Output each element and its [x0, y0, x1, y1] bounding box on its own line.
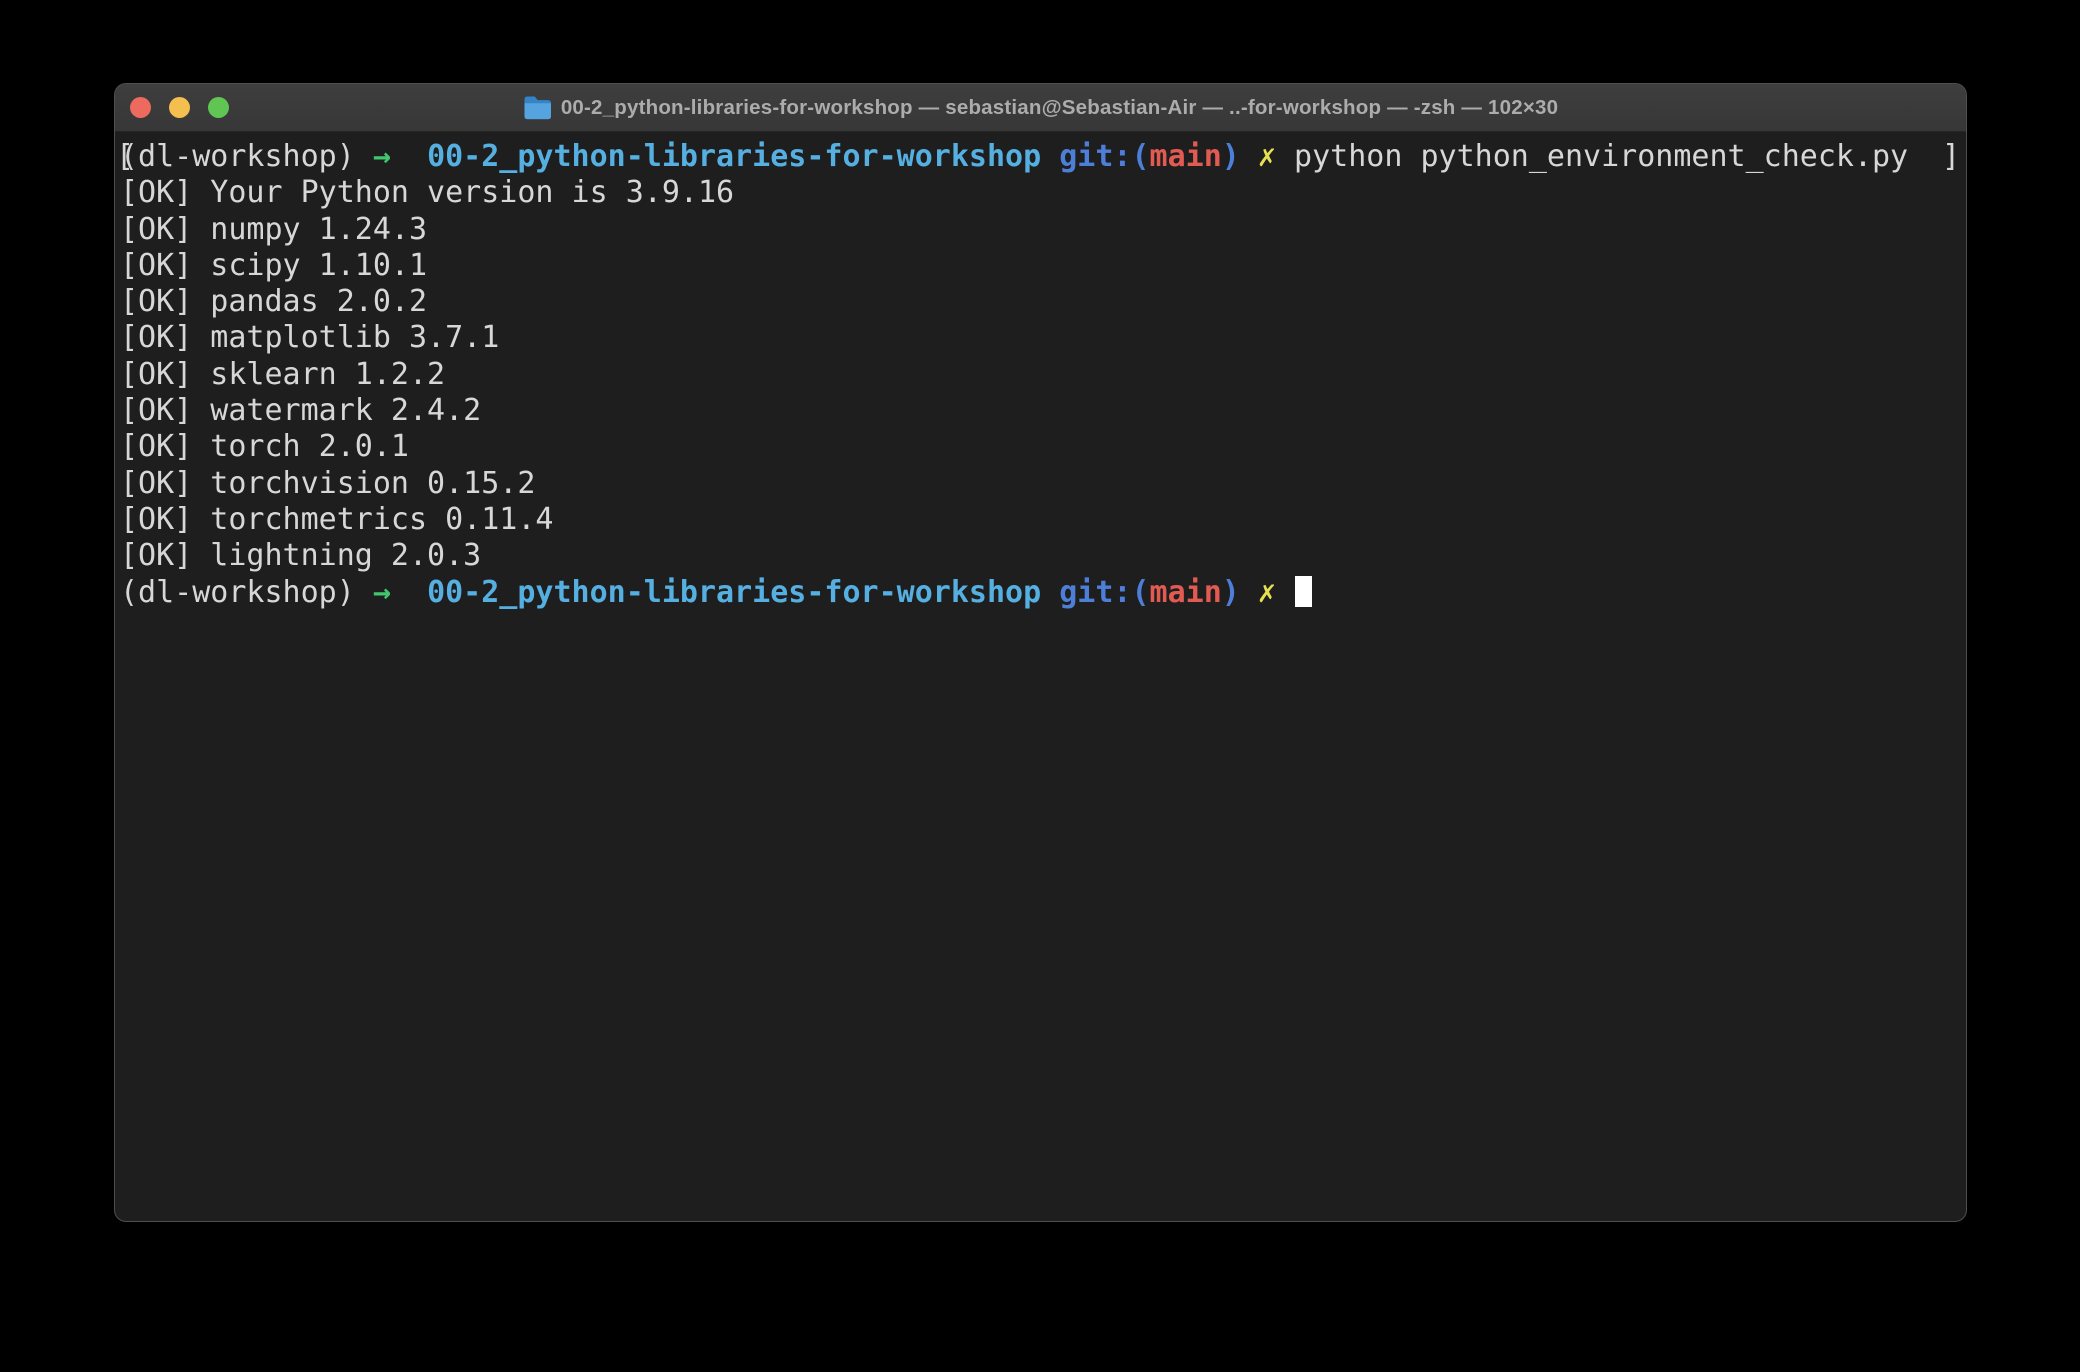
- output-line: [OK] watermark 2.4.2: [120, 393, 1962, 429]
- prompt-segment: ): [1222, 575, 1240, 610]
- output-line: [OK] lightning 2.0.3: [120, 538, 1962, 574]
- prompt-line-command: [(dl-workshop) → 00-2_python-libraries-f…: [120, 139, 1962, 175]
- output-line: [OK] torchvision 0.15.2: [120, 466, 1962, 502]
- prompt-segment: main: [1150, 139, 1222, 174]
- prompt-segment: 00-2_python-libraries-for-workshop: [427, 575, 1041, 610]
- prompt-segment: [391, 139, 427, 174]
- output-text: [OK] watermark 2.4.2: [120, 393, 481, 428]
- prompt-segment: ✗: [1258, 575, 1276, 610]
- terminal-cursor: [1295, 576, 1312, 607]
- window-titlebar[interactable]: 00-2_python-libraries-for-workshop — seb…: [115, 84, 1966, 132]
- prompt-segment: main: [1150, 575, 1222, 610]
- zoom-button[interactable]: [208, 97, 229, 118]
- window-title-text: 00-2_python-libraries-for-workshop — seb…: [561, 96, 1558, 120]
- output-line: [OK] torchmetrics 0.11.4: [120, 502, 1962, 538]
- output-line: [OK] matplotlib 3.7.1: [120, 320, 1962, 356]
- prompt-segment: git:(: [1059, 139, 1149, 174]
- desktop-background: 00-2_python-libraries-for-workshop — seb…: [0, 0, 2080, 1372]
- output-text: [OK] scipy 1.10.1: [120, 248, 427, 283]
- prompt-segment: git:(: [1059, 575, 1149, 610]
- prompt-segment: →: [373, 139, 391, 174]
- prompt-segment: (dl-workshop): [120, 575, 373, 610]
- line-left-bracket: [: [116, 139, 134, 175]
- output-line: [OK] scipy 1.10.1: [120, 248, 1962, 284]
- output-text: [OK] lightning 2.0.3: [120, 538, 481, 573]
- output-line: [OK] torch 2.0.1: [120, 429, 1962, 465]
- output-line: [OK] sklearn 1.2.2: [120, 357, 1962, 393]
- line-right-bracket: ]: [1942, 139, 1960, 175]
- prompt-segment: [1240, 575, 1258, 610]
- prompt-line-idle: (dl-workshop) → 00-2_python-libraries-fo…: [120, 575, 1962, 611]
- prompt-segment: [1276, 575, 1294, 610]
- prompt-segment: 00-2_python-libraries-for-workshop: [427, 139, 1041, 174]
- output-text: [OK] pandas 2.0.2: [120, 284, 427, 319]
- prompt-segment: ✗: [1258, 139, 1276, 174]
- output-text: [OK] numpy 1.24.3: [120, 212, 427, 247]
- close-button[interactable]: [130, 97, 151, 118]
- prompt-segment: [1240, 139, 1258, 174]
- prompt-segment: (dl-workshop): [120, 139, 373, 174]
- prompt-segment: ): [1222, 139, 1240, 174]
- minimize-button[interactable]: [169, 97, 190, 118]
- window-title: 00-2_python-libraries-for-workshop — seb…: [523, 95, 1558, 120]
- output-text: [OK] matplotlib 3.7.1: [120, 320, 499, 355]
- output-text: [OK] sklearn 1.2.2: [120, 357, 445, 392]
- output-text: [OK] Your Python version is 3.9.16: [120, 175, 734, 210]
- prompt-segment: [1041, 139, 1059, 174]
- output-line: [OK] Your Python version is 3.9.16: [120, 175, 1962, 211]
- prompt-segment: →: [373, 575, 391, 610]
- terminal-screen[interactable]: [(dl-workshop) → 00-2_python-libraries-f…: [115, 132, 1966, 611]
- traffic-lights: [130, 84, 229, 131]
- prompt-segment: [1041, 575, 1059, 610]
- prompt-segment: [391, 575, 427, 610]
- folder-icon: [523, 95, 552, 120]
- output-line: [OK] pandas 2.0.2: [120, 284, 1962, 320]
- output-text: [OK] torch 2.0.1: [120, 429, 409, 464]
- terminal-window: 00-2_python-libraries-for-workshop — seb…: [114, 83, 1967, 1222]
- output-text: [OK] torchmetrics 0.11.4: [120, 502, 553, 537]
- prompt-segment: python python_environment_check.py: [1276, 139, 1908, 174]
- output-text: [OK] torchvision 0.15.2: [120, 466, 535, 501]
- output-line: [OK] numpy 1.24.3: [120, 212, 1962, 248]
